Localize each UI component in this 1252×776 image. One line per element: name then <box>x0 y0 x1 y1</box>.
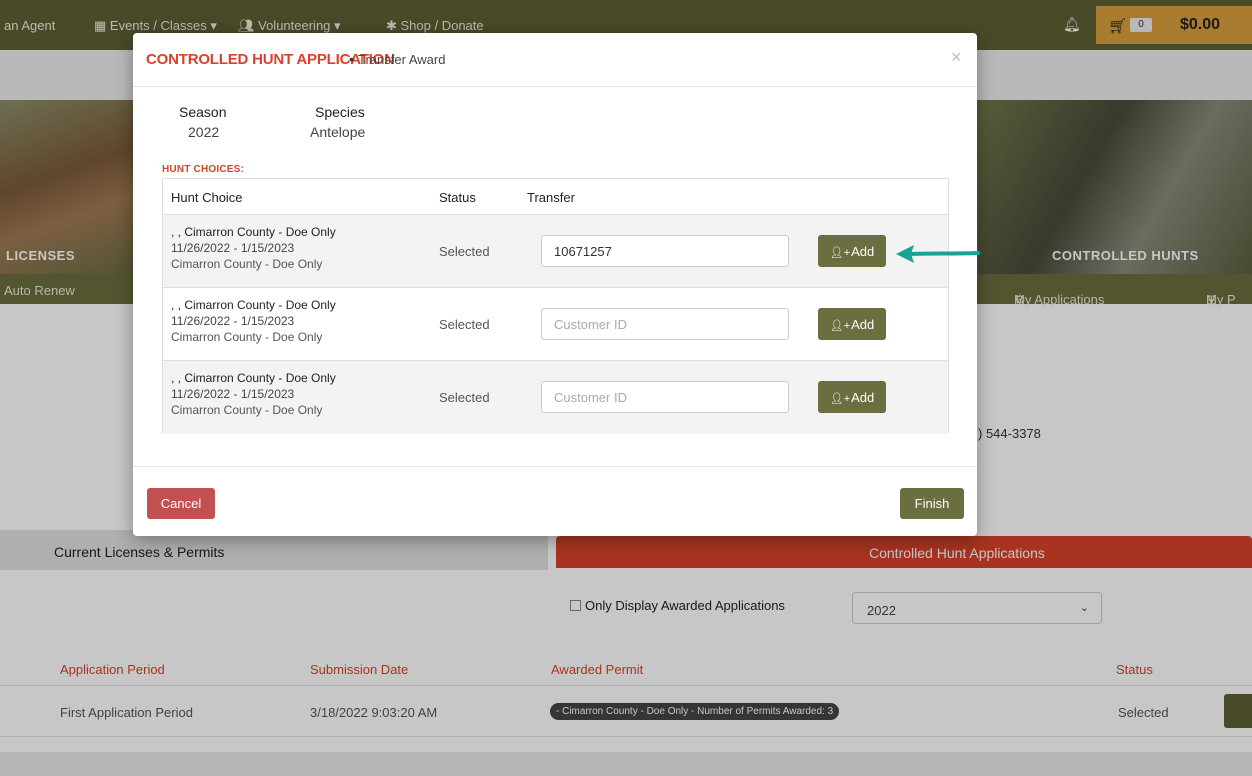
user-plus-icon: 👤︎+ <box>829 392 851 405</box>
season-label: Season <box>179 104 227 120</box>
table-row: , , Cimarron County - Doe Only 11/26/202… <box>163 361 948 434</box>
hunt-choice-status: Selected <box>439 317 490 332</box>
hunt-choice-dates: 11/26/2022 - 1/15/2023 <box>171 387 295 401</box>
hunt-choices-table: Hunt Choice Status Transfer , , Cimarron… <box>162 178 949 434</box>
cancel-button[interactable]: Cancel <box>147 488 215 519</box>
hunt-choice-name: , , Cimarron County - Doe Only <box>171 225 336 239</box>
hunt-choice-dates: 11/26/2022 - 1/15/2023 <box>171 241 295 255</box>
table-row: , , Cimarron County - Doe Only 11/26/202… <box>163 215 948 288</box>
arrow-left-icon <box>896 245 980 263</box>
customer-id-input[interactable] <box>541 308 789 340</box>
hunt-choice-area: Cimarron County - Doe Only <box>171 257 323 271</box>
season-value: 2022 <box>188 124 220 140</box>
hunt-choice-status: Selected <box>439 244 490 259</box>
hunt-choice-area: Cimarron County - Doe Only <box>171 403 323 417</box>
modal-header: CONTROLLED HUNT APPLICATION • Transfer A… <box>133 33 977 87</box>
add-button[interactable]: 👤︎+Add <box>818 308 886 340</box>
hunt-choice-status: Selected <box>439 390 490 405</box>
add-button[interactable]: 👤︎+Add <box>818 381 886 413</box>
finish-button[interactable]: Finish <box>900 488 964 519</box>
customer-id-input[interactable] <box>541 381 789 413</box>
hunt-choices-heading: HUNT CHOICES: <box>162 164 245 175</box>
species-value: Antelope <box>310 124 366 140</box>
col-status: Status <box>439 190 476 205</box>
modal-footer-divider <box>133 466 977 467</box>
col-transfer: Transfer <box>527 190 575 205</box>
hunt-choice-dates: 11/26/2022 - 1/15/2023 <box>171 314 295 328</box>
arrow-shaft <box>908 251 980 256</box>
modal-subtitle: Transfer Award <box>358 52 446 67</box>
add-button[interactable]: 👤︎+Add <box>818 235 886 267</box>
col-hunt-choice: Hunt Choice <box>171 190 243 205</box>
close-icon[interactable]: × <box>951 47 962 68</box>
species-label: Species <box>315 104 365 120</box>
hunt-choice-area: Cimarron County - Doe Only <box>171 330 323 344</box>
customer-id-input[interactable] <box>541 235 789 267</box>
hunt-choice-name: , , Cimarron County - Doe Only <box>171 298 336 312</box>
user-plus-icon: 👤︎+ <box>829 246 851 259</box>
transfer-award-modal: CONTROLLED HUNT APPLICATION • Transfer A… <box>133 33 977 536</box>
table-header: Hunt Choice Status Transfer <box>163 179 948 215</box>
hunt-choice-name: , , Cimarron County - Doe Only <box>171 371 336 385</box>
title-separator: • <box>349 51 354 67</box>
table-row: , , Cimarron County - Doe Only 11/26/202… <box>163 288 948 361</box>
user-plus-icon: 👤︎+ <box>829 319 851 332</box>
